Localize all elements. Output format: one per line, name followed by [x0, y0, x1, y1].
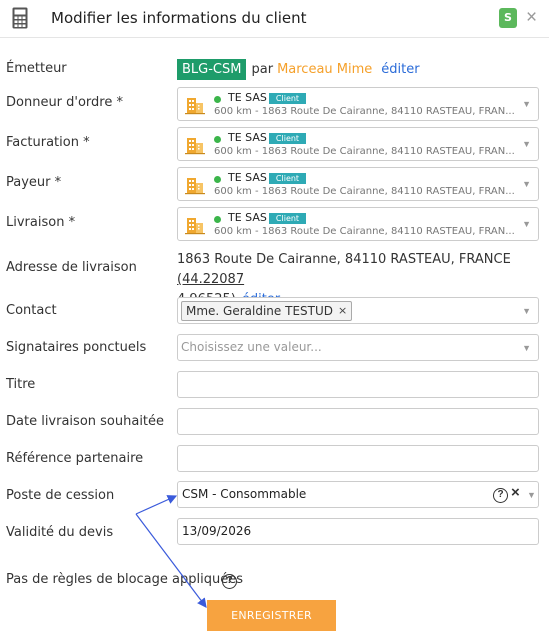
livraison-select[interactable]: TE SAS Client 600 km - 1863 Route De Cai…: [177, 207, 539, 241]
label-emetteur: Émetteur: [6, 61, 67, 76]
reference-input[interactable]: [177, 445, 539, 472]
client-address: 600 km - 1863 Route De Cairanne, 84110 R…: [214, 226, 515, 237]
building-icon: [185, 218, 205, 235]
status-dot: [214, 136, 221, 143]
help-icon[interactable]: ?: [222, 574, 237, 589]
client-tag: Client: [269, 173, 306, 184]
label-donneur: Donneur d'ordre *: [6, 95, 123, 110]
emitter-name: Marceau Mime: [277, 62, 373, 77]
delivery-address-text: 1863 Route De Cairanne, 84110 RASTEAU, F…: [177, 252, 511, 267]
emitter-code-badge: BLG-CSM: [177, 59, 247, 80]
validite-value: 13/09/2026: [182, 524, 252, 538]
label-livraison: Livraison *: [6, 215, 76, 230]
label-regles: Pas de règles de blocage appliquées: [6, 572, 243, 587]
delivery-address-lat[interactable]: (44.22087: [177, 272, 244, 287]
client-name: TE SAS: [228, 91, 267, 104]
date-livraison-input[interactable]: [177, 408, 539, 435]
client-address: 600 km - 1863 Route De Cairanne, 84110 R…: [214, 186, 515, 197]
label-reference: Référence partenaire: [6, 451, 144, 466]
emitter-row: BLG-CSM par Marceau Mime éditer: [177, 59, 420, 80]
contact-chip-label: Mme. Geraldine TESTUD: [186, 304, 333, 318]
chevron-down-icon[interactable]: ▼: [522, 343, 531, 353]
building-icon: [185, 178, 205, 195]
label-date-livraison: Date livraison souhaitée: [6, 414, 165, 429]
signataires-select[interactable]: Choisissez une valeur... ▼: [177, 334, 539, 361]
client-tag: Client: [269, 133, 306, 144]
status-badge: S: [499, 8, 517, 28]
status-dot: [214, 216, 221, 223]
status-dot: [214, 176, 221, 183]
poste-select[interactable]: CSM - Consommable ? × ▼: [177, 481, 539, 508]
annotation-arrow-to-poste: [135, 495, 178, 515]
close-button[interactable]: ×: [526, 8, 537, 28]
save-button[interactable]: ENREGISTRER: [207, 600, 336, 631]
dialog-header: Modifier les informations du client S ×: [0, 0, 549, 38]
chevron-down-icon[interactable]: ▼: [522, 219, 531, 229]
client-address: 600 km - 1863 Route De Cairanne, 84110 R…: [214, 146, 515, 157]
label-signataires: Signataires ponctuels: [6, 340, 147, 355]
label-payeur: Payeur *: [6, 175, 62, 190]
emitter-par: par: [251, 62, 274, 77]
client-name: TE SAS: [228, 211, 267, 224]
signataires-placeholder: Choisissez une valeur...: [181, 340, 322, 354]
chevron-down-icon[interactable]: ▼: [522, 139, 531, 149]
contact-chip: Mme. Geraldine TESTUD ×: [181, 301, 353, 321]
donneur-select[interactable]: TE SAS Client 600 km - 1863 Route De Cai…: [177, 87, 539, 121]
chevron-down-icon[interactable]: ▼: [522, 99, 531, 109]
titre-input[interactable]: [177, 371, 539, 398]
label-validite: Validité du devis: [6, 525, 114, 540]
chevron-down-icon[interactable]: ▼: [527, 490, 536, 500]
client-name: TE SAS: [228, 131, 267, 144]
client-tag: Client: [269, 93, 306, 104]
label-titre: Titre: [6, 377, 36, 392]
label-poste: Poste de cession: [6, 488, 115, 503]
client-name: TE SAS: [228, 171, 267, 184]
calculator-icon: [12, 7, 28, 29]
facturation-select[interactable]: TE SAS Client 600 km - 1863 Route De Cai…: [177, 127, 539, 161]
contact-select[interactable]: Mme. Geraldine TESTUD × ▼: [177, 297, 539, 324]
chevron-down-icon[interactable]: ▼: [522, 306, 531, 316]
emitter-edit-link[interactable]: éditer: [381, 62, 419, 77]
status-dot: [214, 96, 221, 103]
label-contact: Contact: [6, 303, 57, 318]
building-icon: [185, 98, 205, 115]
client-address: 600 km - 1863 Route De Cairanne, 84110 R…: [214, 106, 515, 117]
dialog-title: Modifier les informations du client: [51, 9, 307, 27]
building-icon: [185, 138, 205, 155]
clear-icon[interactable]: ×: [511, 484, 520, 501]
help-icon[interactable]: ?: [493, 488, 508, 503]
chevron-down-icon[interactable]: ▼: [522, 179, 531, 189]
client-tag: Client: [269, 213, 306, 224]
payeur-select[interactable]: TE SAS Client 600 km - 1863 Route De Cai…: [177, 167, 539, 201]
validite-input[interactable]: 13/09/2026: [177, 518, 539, 545]
remove-contact-icon[interactable]: ×: [338, 302, 347, 320]
label-facturation: Facturation *: [6, 135, 90, 150]
label-adresse: Adresse de livraison: [6, 260, 137, 275]
poste-value: CSM - Consommable: [182, 487, 307, 501]
